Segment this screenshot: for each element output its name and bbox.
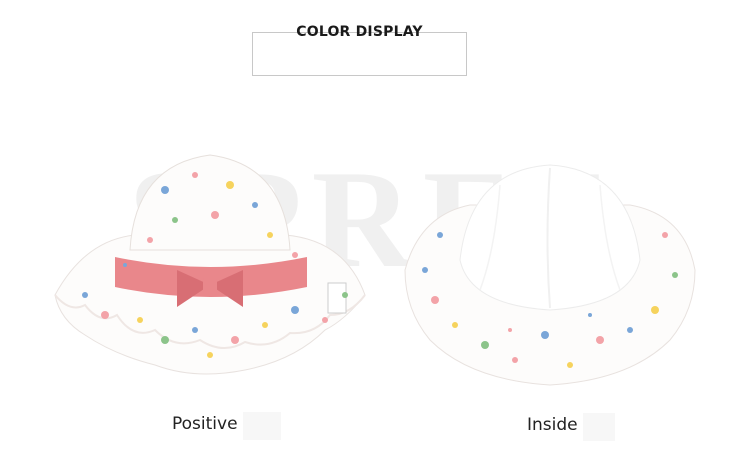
caption-positive: Positive <box>172 414 238 434</box>
hat-front-icon <box>54 154 366 375</box>
page-title: COLOR DISPLAY <box>296 24 423 40</box>
hat-inside-icon <box>404 164 696 386</box>
caption-swatch-right <box>583 413 615 441</box>
caption-inside: Inside <box>527 415 578 435</box>
caption-swatch-left <box>243 412 281 440</box>
